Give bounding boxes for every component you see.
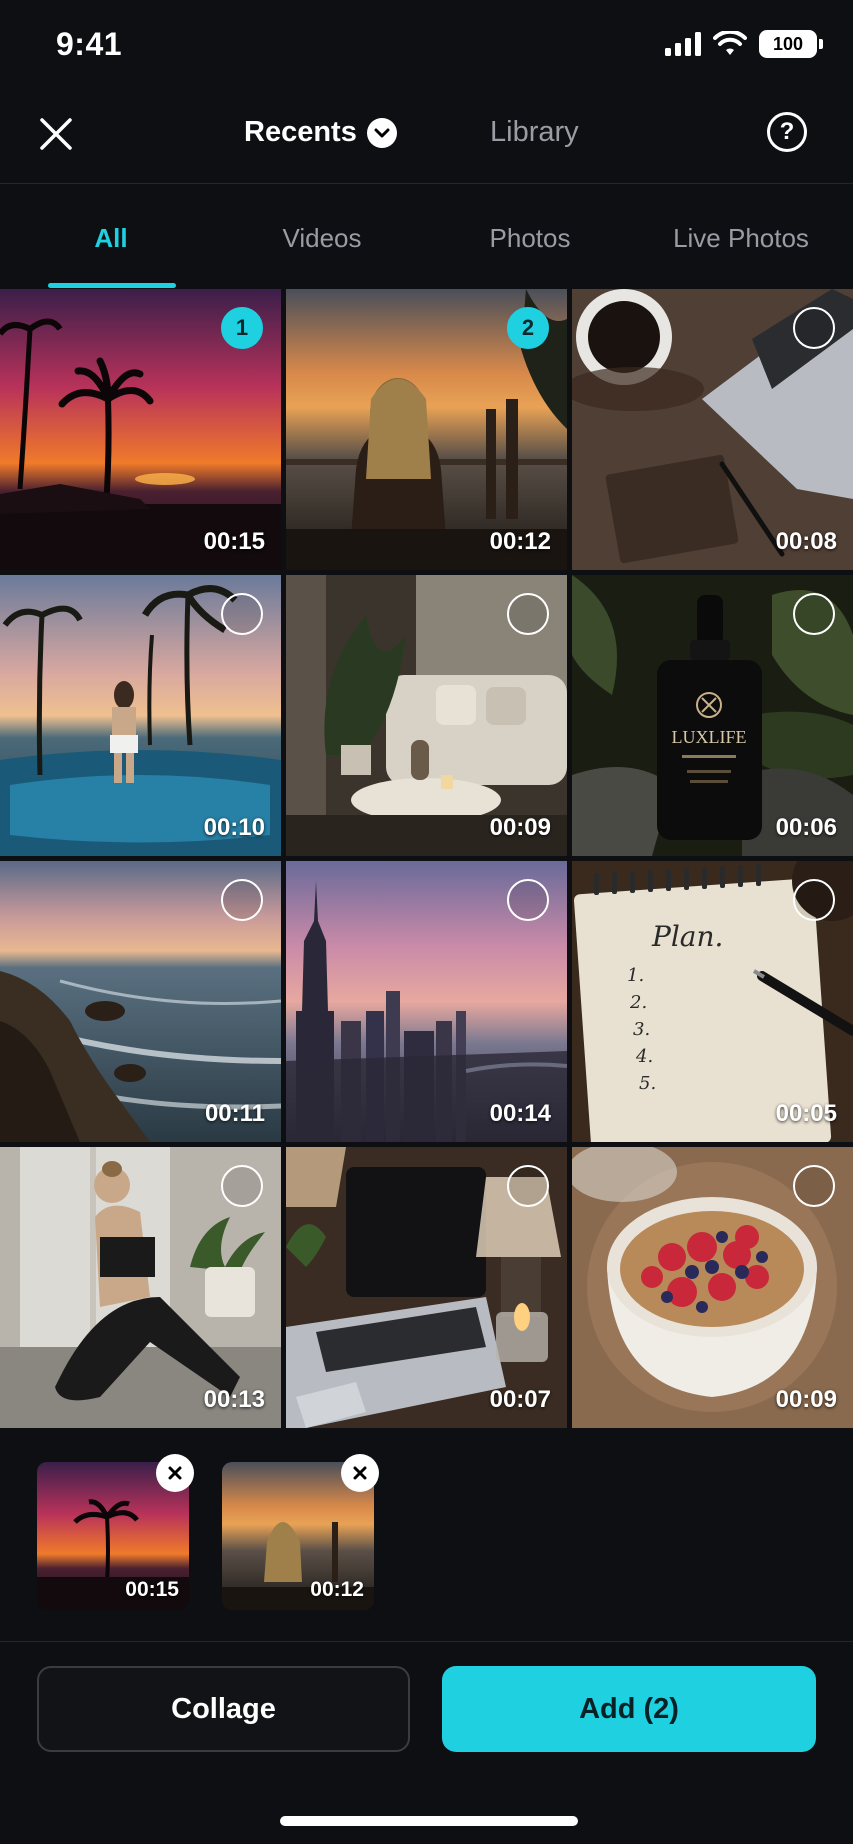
album-title: Recents [244,116,357,148]
selection-badge[interactable] [507,593,549,635]
selection-badge[interactable] [221,593,263,635]
video-duration: 00:15 [203,528,265,555]
selection-badge[interactable] [793,307,835,349]
status-icons: 100 [665,30,823,58]
status-time: 9:41 [56,26,123,62]
notebook-line: 1. [627,965,644,986]
home-indicator [280,1816,578,1826]
selection-badge[interactable] [793,593,835,635]
wifi-icon [713,31,747,55]
media-tile[interactable]: Plan. 1. 2. 3. 4. 5. 00:05 [572,861,853,1142]
selection-badge[interactable] [793,1165,835,1207]
media-tile[interactable]: 00:14 [286,861,567,1142]
media-tile[interactable]: 00:10 [0,575,281,856]
collage-button[interactable]: Collage [37,1666,410,1752]
close-icon [168,1466,182,1480]
add-button[interactable]: Add (2) [442,1666,816,1752]
media-tile[interactable]: 00:09 [572,1147,853,1428]
album-selector[interactable]: Recents [244,116,397,149]
media-grid: 1 00:15 2 00:12 00:08 00:10 00:09 LUXLIF… [0,289,853,1428]
status-bar: 9:41 100 [0,0,853,96]
tab-photos[interactable]: Photos [430,223,630,254]
tab-live-photos[interactable]: Live Photos [641,223,841,254]
chevron-down-icon [366,117,397,148]
video-duration: 00:05 [775,1100,837,1127]
video-duration: 00:14 [489,1100,551,1127]
header: Recents Library ? [0,96,853,184]
video-duration: 00:13 [203,1386,265,1413]
video-duration: 00:06 [775,814,837,841]
media-tile[interactable]: 00:08 [572,289,853,570]
video-duration: 00:12 [489,528,551,555]
selection-badge[interactable] [507,1165,549,1207]
media-tile[interactable]: 00:11 [0,861,281,1142]
media-type-tabs: All Videos Photos Live Photos [0,185,853,289]
active-tab-indicator [48,283,176,288]
battery-icon: 100 [759,30,823,58]
video-duration: 00:09 [775,1386,837,1413]
cellular-signal-icon [665,32,701,56]
selection-badge[interactable] [221,879,263,921]
media-tile[interactable]: LUXLIFE 00:06 [572,575,853,856]
video-duration: 00:10 [203,814,265,841]
tab-videos[interactable]: Videos [222,223,422,254]
video-duration: 00:15 [125,1578,179,1601]
media-tile[interactable]: 00:09 [286,575,567,856]
library-tab[interactable]: Library [490,116,579,149]
notebook-title: Plan. [651,920,723,953]
media-tile[interactable]: 2 00:12 [286,289,567,570]
notebook-line: 3. [633,1019,650,1040]
selection-badge[interactable] [793,879,835,921]
video-duration: 00:07 [489,1386,551,1413]
remove-selected-button[interactable] [341,1454,379,1492]
bottle-brand-label: LUXLIFE [672,727,747,747]
video-duration: 00:12 [310,1578,364,1601]
notebook-line: 4. [635,1046,653,1067]
selection-badge[interactable]: 1 [221,307,263,349]
remove-selected-button[interactable] [156,1454,194,1492]
tab-all[interactable]: All [11,223,211,254]
selection-badge[interactable] [507,879,549,921]
selected-media-tray: 00:15 00:12 [0,1430,853,1642]
video-duration: 00:08 [775,528,837,555]
media-tile[interactable]: 00:13 [0,1147,281,1428]
selection-badge[interactable]: 2 [507,307,549,349]
notebook-line: 2. [629,992,647,1013]
close-icon [353,1466,367,1480]
help-icon[interactable]: ? [767,112,807,152]
selection-badge[interactable] [221,1165,263,1207]
video-duration: 00:11 [204,1100,265,1127]
close-icon[interactable] [36,114,76,154]
video-duration: 00:09 [489,814,551,841]
notebook-line: 5. [639,1073,656,1094]
media-tile[interactable]: 00:07 [286,1147,567,1428]
media-tile[interactable]: 1 00:15 [0,289,281,570]
